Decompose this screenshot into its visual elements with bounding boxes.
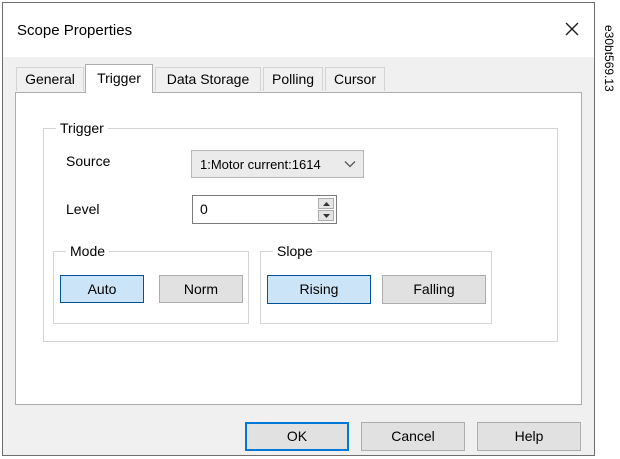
- close-icon: [565, 22, 579, 36]
- level-spinbox[interactable]: 0: [192, 195, 337, 224]
- trigger-group-label: Trigger: [60, 120, 104, 136]
- help-button[interactable]: Help: [477, 422, 581, 451]
- slope-falling-button[interactable]: Falling: [382, 275, 486, 304]
- figure-code: e30bt569.13: [602, 25, 616, 92]
- level-label: Level: [66, 201, 100, 217]
- level-input[interactable]: 0: [200, 201, 208, 217]
- mode-auto-button[interactable]: Auto: [60, 275, 144, 303]
- dialog-title: Scope Properties: [17, 22, 133, 39]
- source-dropdown-value: 1:Motor current:1614: [200, 157, 321, 172]
- slope-group-label: Slope: [277, 243, 313, 259]
- tab-data-storage[interactable]: Data Storage: [155, 67, 261, 91]
- mode-group-label: Mode: [70, 243, 106, 259]
- arrow-up-icon: [322, 201, 330, 206]
- slope-rising-button[interactable]: Rising: [267, 275, 371, 304]
- source-dropdown[interactable]: 1:Motor current:1614: [191, 150, 364, 178]
- tab-trigger[interactable]: Trigger: [85, 64, 153, 93]
- arrow-down-icon: [322, 213, 330, 218]
- chevron-down-icon: [344, 161, 356, 168]
- tab-general[interactable]: General: [16, 67, 84, 91]
- spin-down-button[interactable]: [318, 210, 334, 221]
- ok-button[interactable]: OK: [245, 422, 349, 451]
- cancel-button[interactable]: Cancel: [361, 422, 465, 451]
- source-label: Source: [66, 153, 111, 169]
- tab-cursor[interactable]: Cursor: [325, 67, 385, 91]
- level-spin-buttons: [318, 198, 334, 221]
- title-bar: Scope Properties: [3, 3, 594, 57]
- mode-norm-button[interactable]: Norm: [159, 275, 243, 303]
- spin-up-button[interactable]: [318, 198, 334, 209]
- close-button[interactable]: [558, 15, 586, 43]
- scope-properties-dialog: Scope Properties General Trigger Data St…: [2, 2, 595, 456]
- tab-polling[interactable]: Polling: [263, 67, 323, 91]
